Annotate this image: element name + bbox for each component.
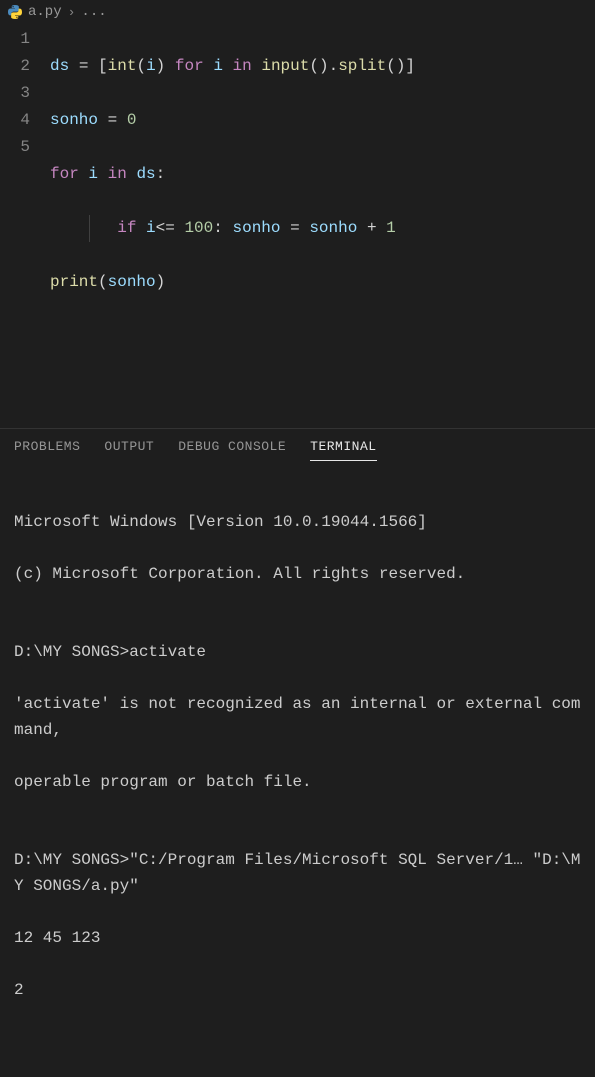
terminal-line: operable program or batch file. (14, 769, 581, 795)
tab-debug-console[interactable]: DEBUG CONSOLE (178, 439, 286, 461)
chevron-right-icon: › (68, 5, 76, 20)
breadcrumb: a.py › ... (0, 0, 595, 24)
terminal-line: 2 (14, 977, 581, 1003)
terminal-line: 'activate' is not recognized as an inter… (14, 691, 581, 743)
code-line: if i<= 100: sonho = sonho + 1 (50, 215, 595, 242)
line-number: 1 (0, 26, 30, 53)
code-area[interactable]: ds = [int(i) for i in input().split()] s… (50, 26, 595, 350)
breadcrumb-more[interactable]: ... (81, 4, 106, 20)
terminal-line: D:\MY SONGS>"C:/Program Files/Microsoft … (14, 847, 581, 899)
terminal-output[interactable]: Microsoft Windows [Version 10.0.19044.15… (0, 461, 595, 1077)
terminal-line: Microsoft Windows [Version 10.0.19044.15… (14, 509, 581, 535)
code-line: print(sonho) (50, 269, 595, 296)
code-line: for i in ds: (50, 161, 595, 188)
line-number-gutter: 1 2 3 4 5 (0, 26, 50, 350)
line-number: 4 (0, 107, 30, 134)
bottom-panel: PROBLEMS OUTPUT DEBUG CONSOLE TERMINAL M… (0, 428, 595, 808)
terminal-line: (c) Microsoft Corporation. All rights re… (14, 561, 581, 587)
terminal-line: D:\MY SONGS>activate (14, 639, 581, 665)
line-number: 3 (0, 80, 30, 107)
tab-problems[interactable]: PROBLEMS (14, 439, 80, 461)
panel-tabs: PROBLEMS OUTPUT DEBUG CONSOLE TERMINAL (0, 429, 595, 461)
tab-terminal[interactable]: TERMINAL (310, 439, 376, 461)
tab-output[interactable]: OUTPUT (104, 439, 154, 461)
line-number: 2 (0, 53, 30, 80)
python-icon (8, 5, 22, 19)
terminal-line: 12 45 123 (14, 925, 581, 951)
code-line: sonho = 0 (50, 107, 595, 134)
line-number: 5 (0, 134, 30, 161)
code-line: ds = [int(i) for i in input().split()] (50, 53, 595, 80)
code-editor[interactable]: 1 2 3 4 5 ds = [int(i) for i in input().… (0, 24, 595, 350)
breadcrumb-file[interactable]: a.py (28, 4, 62, 20)
